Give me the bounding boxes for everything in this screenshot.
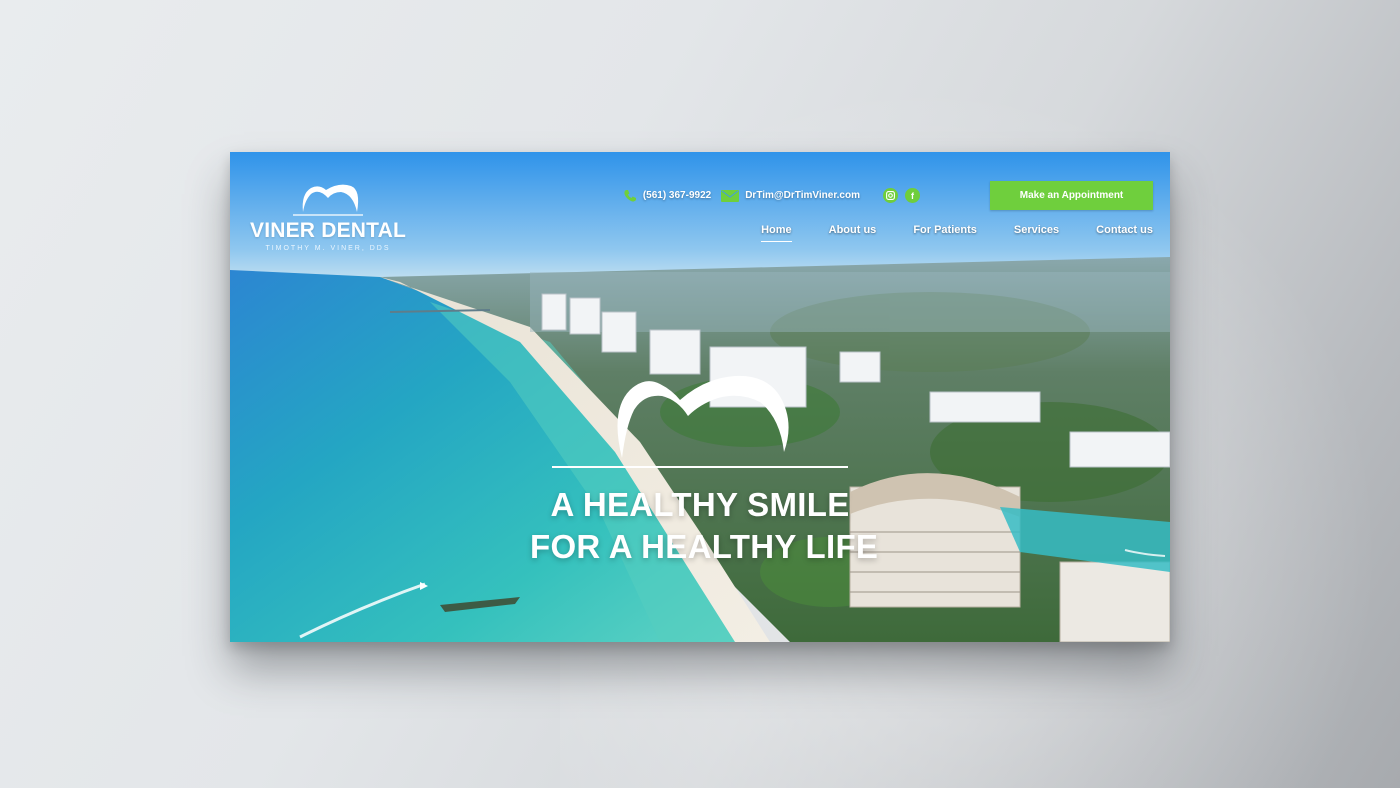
nav-for-patients[interactable]: For Patients	[913, 224, 977, 236]
instagram-button[interactable]	[883, 188, 898, 203]
website-mockup: VINER DENTAL TIMOTHY M. VINER, DDS (561)…	[230, 152, 1170, 642]
smile-logo-icon	[293, 184, 363, 216]
presentation-backdrop: VINER DENTAL TIMOTHY M. VINER, DDS (561)…	[0, 0, 1400, 788]
contact-bar: (561) 367-9922 DrTim@DrTimViner.com f	[613, 188, 920, 203]
envelope-icon	[721, 189, 740, 202]
nav-services[interactable]: Services	[1014, 224, 1059, 236]
nav-about-us[interactable]: About us	[829, 224, 877, 236]
email-address: DrTim@DrTimViner.com	[745, 190, 860, 201]
phone-number: (561) 367-9922	[642, 190, 712, 201]
hero-divider	[552, 466, 848, 468]
instagram-icon	[886, 191, 895, 200]
hero-headline-line2: FOR A HEALTHY LIFE	[530, 528, 879, 565]
phone-icon	[624, 189, 636, 202]
nav-contact-us[interactable]: Contact us	[1096, 224, 1153, 236]
brand-logo[interactable]: VINER DENTAL TIMOTHY M. VINER, DDS	[248, 180, 408, 260]
hero-content: A HEALTHY SMILE FOR A HEALTHY LIFE	[530, 370, 879, 568]
email-link[interactable]: DrTim@DrTimViner.com	[721, 189, 860, 202]
smile-hero-icon	[617, 375, 789, 458]
social-links: f	[876, 188, 920, 203]
hero-headline-line1: A HEALTHY SMILE	[550, 486, 850, 523]
facebook-button[interactable]: f	[905, 188, 920, 203]
hero-headline: A HEALTHY SMILE FOR A HEALTHY LIFE	[530, 484, 879, 568]
phone-link[interactable]: (561) 367-9922	[623, 189, 711, 203]
nav-home[interactable]: Home	[761, 224, 792, 242]
main-nav: Home About us For Patients Services Cont…	[724, 224, 1153, 242]
brand-subtitle: TIMOTHY M. VINER, DDS	[265, 245, 391, 252]
make-appointment-button[interactable]: Make an Appointment	[990, 181, 1153, 210]
facebook-icon: f	[911, 190, 914, 201]
brand-name: VINER DENTAL	[249, 219, 406, 242]
